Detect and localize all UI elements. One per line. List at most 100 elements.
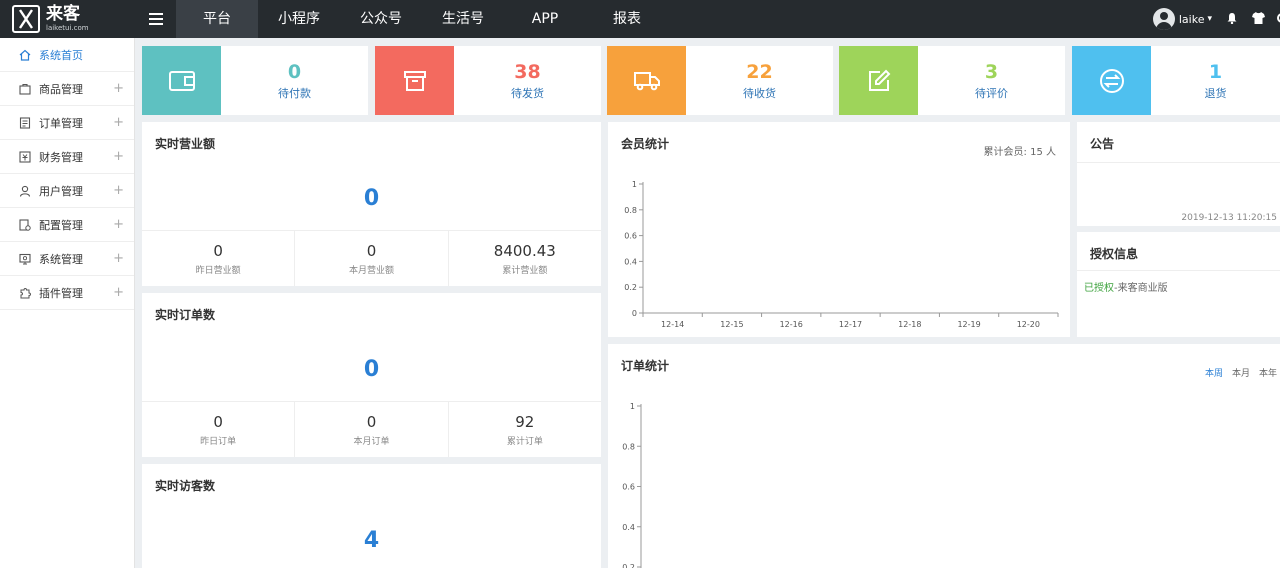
sub-value: 8400.43 (493, 241, 556, 260)
home-icon (18, 48, 31, 61)
y-tick-label: 0.8 (624, 206, 637, 215)
wallet-icon (142, 46, 221, 115)
x-tick-label: 12-14 (661, 320, 684, 329)
logo[interactable]: 来客 laiketui.com (0, 0, 136, 38)
sidebar-item-plugins[interactable]: 插件管理 + (0, 276, 134, 310)
member-stats-panel: 会员统计 累计会员: 15 人 0 0.2 0.4 0.6 0.8 1 12-14 12-15… (608, 122, 1070, 337)
x-tick-label: 12-18 (898, 320, 921, 329)
sidebar-item-users[interactable]: 用户管理 + (0, 174, 134, 208)
y-tick-label: 0.2 (624, 283, 637, 292)
orders-value: 0 (363, 357, 380, 382)
stat-card-pending-receipt[interactable]: 22 待收货 (607, 46, 833, 115)
expand-icon[interactable]: + (113, 81, 124, 96)
license-panel: 授权信息 已授权-来客商业版 (1077, 232, 1280, 337)
y-tick-label: 0.4 (624, 257, 637, 266)
stat-card-pending-shipment[interactable]: 38 待发货 (375, 46, 601, 115)
sub-value: 0 (213, 412, 223, 431)
truck-icon (607, 46, 686, 115)
stat-card-pending-review[interactable]: 3 待评价 (839, 46, 1065, 115)
panel-title: 会员统计 (621, 137, 670, 151)
expand-icon[interactable]: + (113, 285, 124, 300)
nav-tab-miniprogram[interactable]: 小程序 (258, 0, 340, 38)
sub-label: 昨日营业额 (195, 265, 241, 276)
notice-time: 2019-12-13 11:20:15 (1181, 213, 1277, 223)
y-tick-label: 1 (630, 402, 635, 411)
sidebar-item-label: 配置管理 (39, 218, 83, 232)
sidebar-item-home[interactable]: 系统首页 (0, 38, 134, 72)
revenue-value: 0 (363, 186, 380, 211)
member-chart: 0 0.2 0.4 0.6 0.8 1 12-14 12-15 12-16 12-17 12-18 1… (624, 180, 1059, 329)
sub-value: 0 (366, 241, 377, 260)
stat-label: 待发货 (511, 86, 544, 100)
expand-icon[interactable]: + (113, 183, 124, 198)
bell-icon[interactable] (1226, 12, 1238, 27)
expand-icon[interactable]: + (113, 217, 124, 232)
y-tick-label: 0.6 (624, 232, 637, 241)
stat-value: 1 (1208, 60, 1223, 83)
panel-title: 订单统计 (621, 359, 670, 373)
revenue-yesterday: 0 昨日营业额 (142, 231, 296, 286)
stat-card-returns[interactable]: 1 退货 (1072, 46, 1280, 115)
sidebar-item-label: 订单管理 (39, 116, 83, 130)
nav-tab-life[interactable]: 生活号 (422, 0, 504, 38)
plugin-icon (18, 286, 31, 299)
avatar[interactable] (1152, 8, 1175, 30)
expand-icon[interactable]: + (113, 149, 124, 164)
panel-title: 实时营业额 (155, 137, 216, 151)
nav-tab-platform[interactable]: 平台 (176, 0, 258, 38)
visitors-panel: 实时访客数 4 (142, 464, 601, 568)
sidebar-item-system[interactable]: 系统管理 + (0, 242, 134, 276)
shop-icon (18, 82, 31, 95)
sub-value: 0 (366, 412, 377, 431)
orders-panel: 实时订单数 0 0 昨日订单 0 本月订单 92 累计订单 (142, 293, 601, 457)
revenue-total: 8400.43 累计营业额 (449, 231, 601, 286)
nav-tab-report[interactable]: 报表 (586, 0, 668, 38)
tab-year[interactable]: 本年 (1259, 366, 1277, 379)
system-icon (18, 252, 31, 265)
expand-icon[interactable]: + (113, 115, 124, 130)
revenue-panel: 实时营业额 0 0 昨日营业额 0 本月营业额 8400.43 累计营业额 (142, 122, 601, 286)
sidebar-item-label: 插件管理 (39, 286, 83, 300)
box-icon (375, 46, 454, 115)
sidebar-item-config[interactable]: 配置管理 + (0, 208, 134, 242)
order-stats-panel: 订单统计 本周 本月 本年 1 0.8 0.6 0.4 0.2 (608, 344, 1280, 568)
edit-icon (839, 46, 918, 115)
stat-value: 22 (746, 60, 773, 83)
stat-label: 待评价 (975, 86, 1008, 100)
x-tick-label: 12-16 (780, 320, 803, 329)
sidebar: 系统首页 商品管理 + 订单管理 + 财务管理 + 用户管理 + 配置管理 + (0, 38, 135, 568)
sidebar-item-orders[interactable]: 订单管理 + (0, 106, 134, 140)
nav-tab-app[interactable]: APP (504, 0, 586, 38)
y-tick-label: 1 (632, 180, 637, 189)
tab-month[interactable]: 本月 (1232, 366, 1250, 379)
username[interactable]: laike (1179, 13, 1205, 26)
nav-tab-official-account[interactable]: 公众号 (340, 0, 422, 38)
order-icon (18, 116, 31, 129)
sidebar-item-products[interactable]: 商品管理 + (0, 72, 134, 106)
sub-label: 累计营业额 (502, 265, 548, 276)
sidebar-item-label: 财务管理 (39, 150, 83, 164)
chevron-down-icon[interactable]: ▾ (1207, 14, 1212, 24)
shirt-icon[interactable] (1252, 11, 1265, 27)
sub-value: 92 (515, 412, 535, 431)
sidebar-item-label: 用户管理 (39, 184, 83, 198)
orders-month: 0 本月订单 (295, 402, 449, 457)
notice-panel: 公告 2019-12-13 11:20:15 (1077, 122, 1280, 226)
stat-value: 38 (514, 60, 541, 83)
y-tick-label: 0.6 (622, 483, 635, 492)
license-info: 已授权-来客商业版 (1084, 279, 1168, 294)
tab-week[interactable]: 本周 (1205, 366, 1223, 379)
stat-card-pending-payment[interactable]: 0 待付款 (142, 46, 368, 115)
menu-toggle-icon[interactable] (136, 0, 176, 38)
license-status: 已授权 (1084, 283, 1114, 294)
license-edition: -来客商业版 (1114, 283, 1168, 294)
expand-icon[interactable]: + (113, 251, 124, 266)
sidebar-item-finance[interactable]: 财务管理 + (0, 140, 134, 174)
visitors-value: 4 (363, 528, 380, 553)
order-chart: 1 0.8 0.6 0.4 0.2 (622, 402, 642, 568)
y-tick-label: 0.4 (622, 523, 635, 532)
x-tick-label: 12-20 (1017, 320, 1040, 329)
top-bar: 来客 laiketui.com 平台 小程序 公众号 生活号 APP 报表 la… (0, 0, 1280, 38)
stat-value: 3 (984, 60, 999, 83)
stat-label: 退货 (1204, 86, 1227, 100)
